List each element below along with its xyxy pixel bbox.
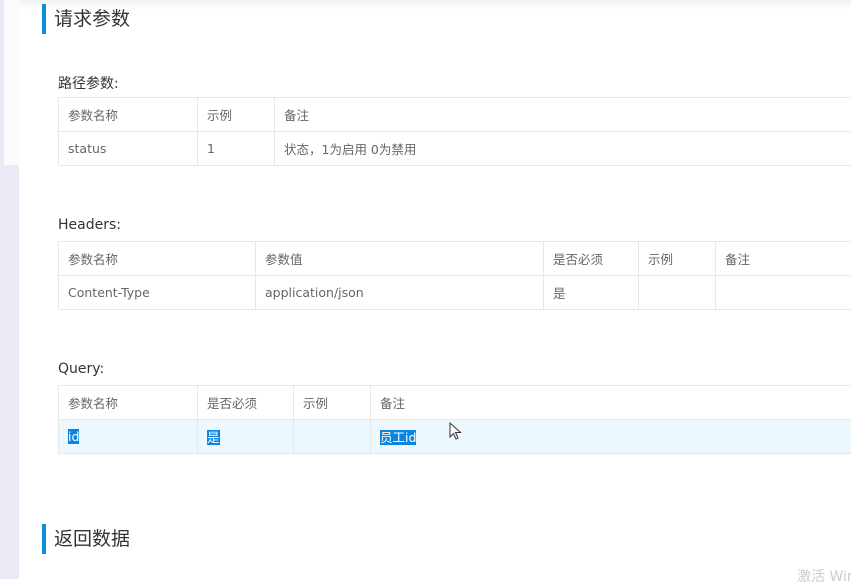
cell [639, 276, 716, 310]
windows-activation-watermark: 激活 Windows [797, 566, 851, 586]
cell: 是 [544, 276, 639, 310]
header-cell: 示例 [198, 98, 275, 132]
header-cell: 备注 [716, 242, 851, 276]
header-cell: 备注 [275, 98, 851, 132]
selected-text: id [68, 429, 79, 444]
cell: 状态，1为启用 0为禁用 [275, 132, 851, 166]
path-params-label: 路径参数: [58, 73, 119, 93]
table-header-row: 参数名称 是否必须 示例 备注 [59, 386, 851, 420]
mouse-cursor-icon [449, 422, 463, 442]
header-cell: 备注 [371, 386, 851, 420]
cell: 是 [198, 420, 294, 454]
header-cell: 参数名称 [59, 242, 256, 276]
headers-label: Headers: [58, 217, 121, 233]
query-label: Query: [58, 361, 104, 377]
section-title-response: 返回数据 [42, 524, 130, 554]
cell: 1 [198, 132, 275, 166]
table-header-row: 参数名称 参数值 是否必须 示例 备注 [59, 242, 851, 276]
header-cell: 示例 [639, 242, 716, 276]
header-cell: 参数名称 [59, 386, 198, 420]
cell [294, 420, 371, 454]
header-cell: 参数名称 [59, 98, 198, 132]
header-cell: 是否必须 [198, 386, 294, 420]
cell: status [59, 132, 198, 166]
headers-table: 参数名称 参数值 是否必须 示例 备注 Content-Type applica… [58, 241, 851, 310]
sidebar-panel [4, 0, 19, 165]
header-cell: 参数值 [256, 242, 544, 276]
selected-text: 是 [207, 430, 220, 445]
table-row: Content-Type application/json 是 [59, 276, 851, 310]
cell: id [59, 420, 198, 454]
top-shadow [19, 0, 851, 10]
header-cell: 是否必须 [544, 242, 639, 276]
table-row: status 1 状态，1为启用 0为禁用 [59, 132, 851, 166]
table-header-row: 参数名称 示例 备注 [59, 98, 851, 132]
section-title-request: 请求参数 [42, 4, 130, 34]
cell: application/json [256, 276, 544, 310]
cell [716, 276, 851, 310]
path-params-table: 参数名称 示例 备注 status 1 状态，1为启用 0为禁用 [58, 97, 851, 166]
query-table: 参数名称 是否必须 示例 备注 id 是 员工id [58, 385, 851, 454]
selected-text: 员工id [380, 430, 416, 445]
header-cell: 示例 [294, 386, 371, 420]
cell: 员工id [371, 420, 851, 454]
cell: Content-Type [59, 276, 256, 310]
